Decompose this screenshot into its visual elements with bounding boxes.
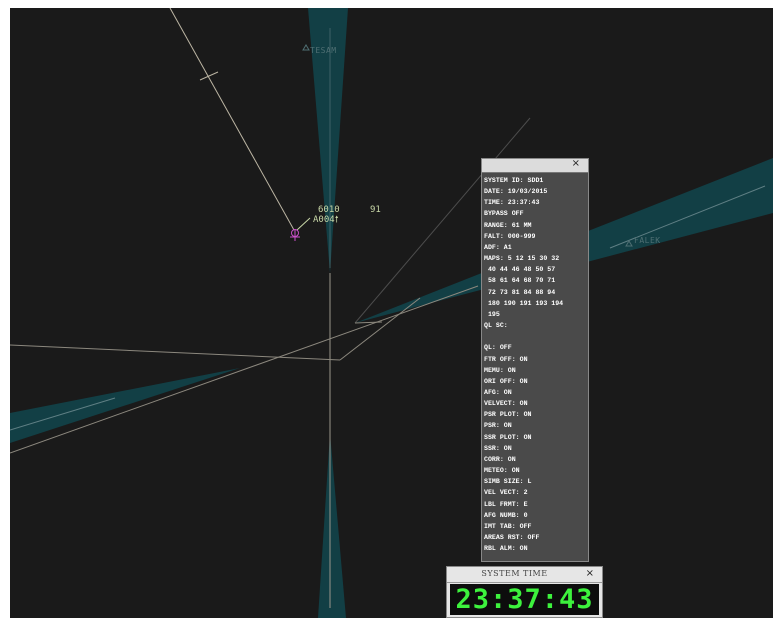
info-line: QL: OFF <box>484 344 512 352</box>
waypoint-label-tesam: TESAM <box>310 46 337 55</box>
info-line: LBL FRMT: E <box>484 500 528 508</box>
info-line: 72 73 81 84 88 94 <box>484 288 556 296</box>
info-line: SSR PLOT: ON <box>484 433 532 441</box>
info-line: SYSTEM ID: SDD1 <box>484 177 544 184</box>
info-line: DATE: 19/03/2015 <box>484 188 548 196</box>
info-line <box>484 331 588 342</box>
info-line: 58 61 64 68 70 71 <box>484 277 556 285</box>
track-squawk[interactable]: 6010 <box>318 205 340 215</box>
info-line: SSR: ON <box>484 444 512 452</box>
map-line <box>169 8 295 231</box>
info-line: 40 44 46 48 50 57 <box>484 266 556 274</box>
info-line: PSR PLOT: ON <box>484 411 532 419</box>
info-line: VELVECT: ON <box>484 400 528 408</box>
info-line: AFG: ON <box>484 388 512 396</box>
info-line: QL SC: <box>484 322 508 330</box>
map-line <box>354 321 383 324</box>
info-line: FTR OFF: ON <box>484 355 528 363</box>
info-body: SYSTEM ID: SDD1 DATE: 19/03/2015 TIME: 23:… <box>482 173 588 554</box>
time-close-button[interactable]: × <box>586 568 594 579</box>
info-line: TIME: 23:37:43 <box>484 199 540 207</box>
track-value: 91 <box>370 205 381 215</box>
info-line: 195 <box>484 310 500 318</box>
system-time-panel: SYSTEM TIME × 23:37:43 <box>446 566 603 618</box>
map-line <box>10 285 479 454</box>
info-line: METEO: ON <box>484 467 520 475</box>
info-line: AFG NUMB: 0 <box>484 511 528 519</box>
info-line: BYPASS OFF <box>484 210 524 218</box>
info-line: RANGE: 61 MM <box>484 221 532 229</box>
label-leader <box>296 217 311 231</box>
info-line: VEL VECT: 2 <box>484 489 528 497</box>
info-line: ORI OFF: ON <box>484 377 528 385</box>
info-line: RBL ALM: ON <box>484 545 528 553</box>
info-line: PSR: ON <box>484 422 512 430</box>
system-time-clock: 23:37:43 <box>450 584 599 615</box>
target-symbol-icon <box>290 229 300 241</box>
waypoint-label-falek: FALEK <box>634 236 661 245</box>
info-line: MAPS: 5 12 15 30 32 <box>484 255 560 263</box>
track-callsign-text: A004 <box>313 215 335 225</box>
info-line: SIMB SIZE: L <box>484 478 532 486</box>
info-line: MEMU: ON <box>484 366 516 374</box>
info-titlebar[interactable]: × <box>482 158 588 173</box>
radar-beam-west <box>10 368 240 443</box>
radar-map <box>10 8 773 618</box>
info-line: AREAS RST: OFF <box>484 534 540 541</box>
map-line <box>339 297 421 361</box>
info-line: IMT TAB: OFF <box>484 522 532 530</box>
time-titlebar[interactable]: SYSTEM TIME × <box>447 567 602 583</box>
track-callsign[interactable]: A004🠕 <box>313 215 339 225</box>
radar-beam-south <box>318 433 346 618</box>
system-info-panel: × SYSTEM ID: SDD1 DATE: 19/03/2015 TIME: 2… <box>481 158 589 562</box>
info-line: 180 190 191 193 194 <box>484 299 564 307</box>
info-close-button[interactable]: × <box>572 158 580 169</box>
waypoint-triangle-icon <box>302 44 310 51</box>
time-title: SYSTEM TIME <box>481 569 548 578</box>
radar-display[interactable]: TESAM FALEK 6010 A004🠕 91 <box>10 8 773 618</box>
info-line: ADF: A1 <box>484 243 512 251</box>
info-line: CORR: ON <box>484 455 516 463</box>
arrow-up-icon: 🠕 <box>334 215 339 225</box>
info-line: FALT: 000-999 <box>484 232 536 240</box>
